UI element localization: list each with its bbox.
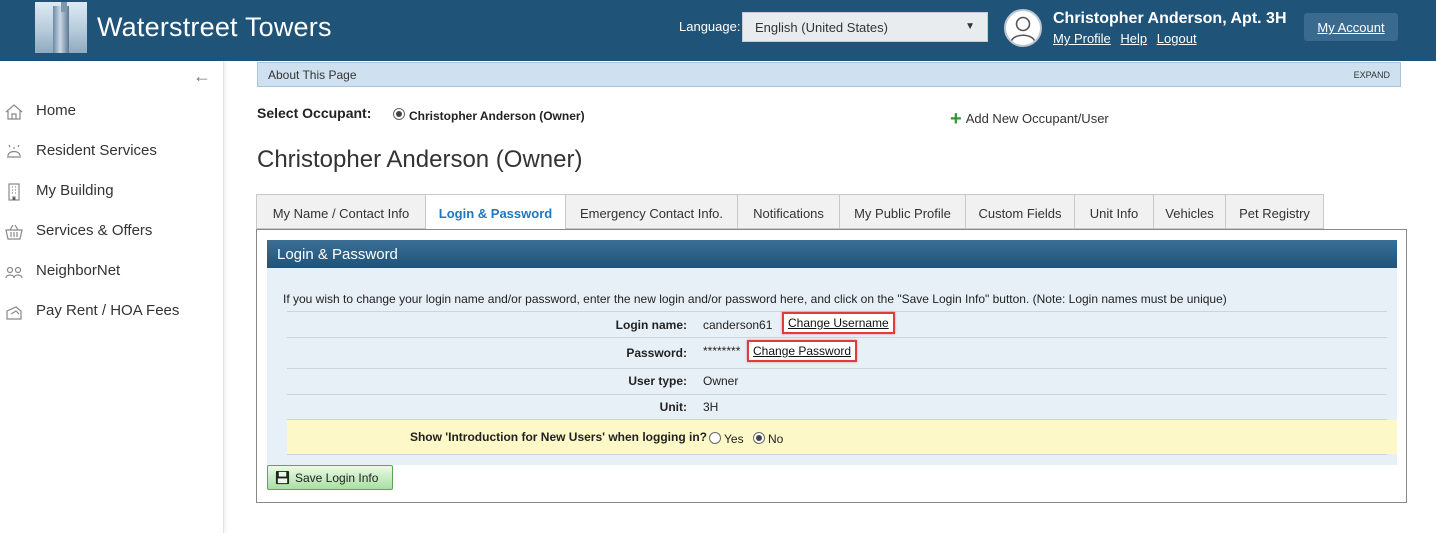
row-divider bbox=[287, 337, 1387, 338]
user-links: My Profile Help Logout bbox=[1053, 31, 1203, 46]
tab-custom-fields[interactable]: Custom Fields bbox=[965, 194, 1075, 229]
tab-my-public-profile[interactable]: My Public Profile bbox=[839, 194, 966, 229]
intro-yes-label[interactable]: Yes bbox=[724, 432, 744, 446]
my-account-button[interactable]: My Account bbox=[1304, 13, 1398, 41]
occupant-radio[interactable] bbox=[393, 108, 405, 120]
sidebar-item-label: Resident Services bbox=[36, 142, 157, 159]
tab-panel: Login & Password If you wish to change y… bbox=[256, 229, 1407, 503]
language-selected: English (United States) bbox=[755, 20, 888, 35]
intro-preference-row: Show 'Introduction for New Users' when l… bbox=[287, 420, 1397, 454]
intro-text: If you wish to change your login name an… bbox=[283, 292, 1227, 306]
home-icon bbox=[5, 104, 23, 120]
unit-label: Unit: bbox=[659, 400, 687, 414]
user-avatar-icon[interactable] bbox=[1004, 9, 1042, 47]
sidebar-item-label: Home bbox=[36, 102, 77, 119]
tower-shape bbox=[53, 6, 69, 53]
intro-no-label[interactable]: No bbox=[768, 432, 783, 446]
intro-preference-label: Show 'Introduction for New Users' when l… bbox=[409, 430, 707, 444]
page-title: Christopher Anderson (Owner) bbox=[257, 146, 583, 173]
user-name: Christopher Anderson, Apt. 3H bbox=[1053, 10, 1287, 27]
sidebar-item-neighbornet[interactable]: NeighborNet bbox=[0, 260, 224, 284]
tab-notifications[interactable]: Notifications bbox=[737, 194, 840, 229]
sidebar-item-label: My Building bbox=[36, 182, 114, 199]
sidebar-item-services-offers[interactable]: Services & Offers bbox=[0, 220, 224, 244]
select-occupant-label: Select Occupant: bbox=[257, 105, 372, 121]
sidebar-item-pay-rent[interactable]: Pay Rent / HOA Fees bbox=[0, 300, 224, 324]
sidebar-item-label: Services & Offers bbox=[36, 222, 153, 239]
payment-icon bbox=[6, 306, 22, 320]
user-type-label: User type: bbox=[628, 374, 687, 388]
section-title: Login & Password bbox=[267, 240, 1397, 268]
change-password-link[interactable]: Change Password bbox=[747, 340, 858, 362]
sidebar-item-label: NeighborNet bbox=[36, 262, 121, 279]
language-select[interactable]: English (United States) ▼ bbox=[742, 12, 988, 42]
occupant-name[interactable]: Christopher Anderson (Owner) bbox=[409, 109, 585, 123]
add-new-occupant-button[interactable]: + Add New Occupant/User bbox=[950, 106, 1109, 130]
change-username-link[interactable]: Change Username bbox=[782, 312, 895, 334]
building-logo[interactable] bbox=[35, 2, 87, 53]
unit-value: 3H bbox=[703, 400, 719, 414]
tab-pet-registry[interactable]: Pet Registry bbox=[1225, 194, 1324, 229]
collapse-sidebar-icon[interactable]: ← bbox=[193, 66, 211, 87]
save-login-info-button[interactable]: Save Login Info bbox=[267, 465, 393, 490]
row-divider bbox=[287, 368, 1387, 369]
add-occupant-label: Add New Occupant/User bbox=[965, 111, 1109, 126]
dropdown-caret-icon: ▼ bbox=[965, 21, 975, 32]
save-disk-icon bbox=[275, 470, 290, 485]
top-header: Waterstreet Towers Language: English (Un… bbox=[0, 0, 1436, 61]
intro-no-radio[interactable] bbox=[753, 432, 765, 444]
help-link[interactable]: Help bbox=[1120, 31, 1147, 46]
tab-vehicles[interactable]: Vehicles bbox=[1153, 194, 1226, 229]
tab-my-name-contact-info[interactable]: My Name / Contact Info bbox=[256, 194, 426, 229]
building-icon bbox=[8, 183, 20, 201]
password-label: Password: bbox=[626, 346, 687, 360]
sidebar-item-my-building[interactable]: My Building bbox=[0, 180, 224, 204]
people-icon bbox=[5, 266, 23, 279]
tab-emergency-contact[interactable]: Emergency Contact Info. bbox=[565, 194, 738, 229]
logout-link[interactable]: Logout bbox=[1157, 31, 1197, 46]
intro-yes-radio[interactable] bbox=[709, 432, 721, 444]
sidebar-item-resident-services[interactable]: Resident Services bbox=[0, 140, 224, 164]
user-type-value: Owner bbox=[703, 374, 739, 388]
about-title: About This Page bbox=[268, 68, 357, 82]
tower-spire bbox=[61, 2, 67, 12]
row-divider bbox=[287, 394, 1387, 395]
login-name-value: canderson61 bbox=[703, 318, 773, 332]
login-password-section: Login & Password If you wish to change y… bbox=[267, 240, 1397, 465]
sidebar-item-label: Pay Rent / HOA Fees bbox=[36, 302, 180, 319]
my-profile-link[interactable]: My Profile bbox=[1053, 31, 1111, 46]
tab-login-password[interactable]: Login & Password bbox=[425, 194, 566, 231]
save-button-label: Save Login Info bbox=[295, 471, 379, 485]
plus-icon: + bbox=[950, 108, 962, 130]
basket-icon bbox=[5, 224, 23, 240]
login-name-label: Login name: bbox=[615, 318, 687, 332]
sidebar: ← Home Resident Services My Building Ser… bbox=[0, 61, 224, 533]
sidebar-item-home[interactable]: Home bbox=[0, 100, 224, 124]
site-title[interactable]: Waterstreet Towers bbox=[97, 12, 332, 43]
bell-icon bbox=[7, 144, 21, 158]
row-divider bbox=[287, 454, 1387, 455]
password-value: ******** bbox=[703, 344, 741, 358]
about-this-page-bar[interactable]: About This Page EXPAND bbox=[257, 62, 1401, 87]
expand-link[interactable]: EXPAND bbox=[1354, 70, 1390, 80]
language-label: Language: bbox=[679, 19, 741, 34]
tab-unit-info[interactable]: Unit Info bbox=[1074, 194, 1154, 229]
